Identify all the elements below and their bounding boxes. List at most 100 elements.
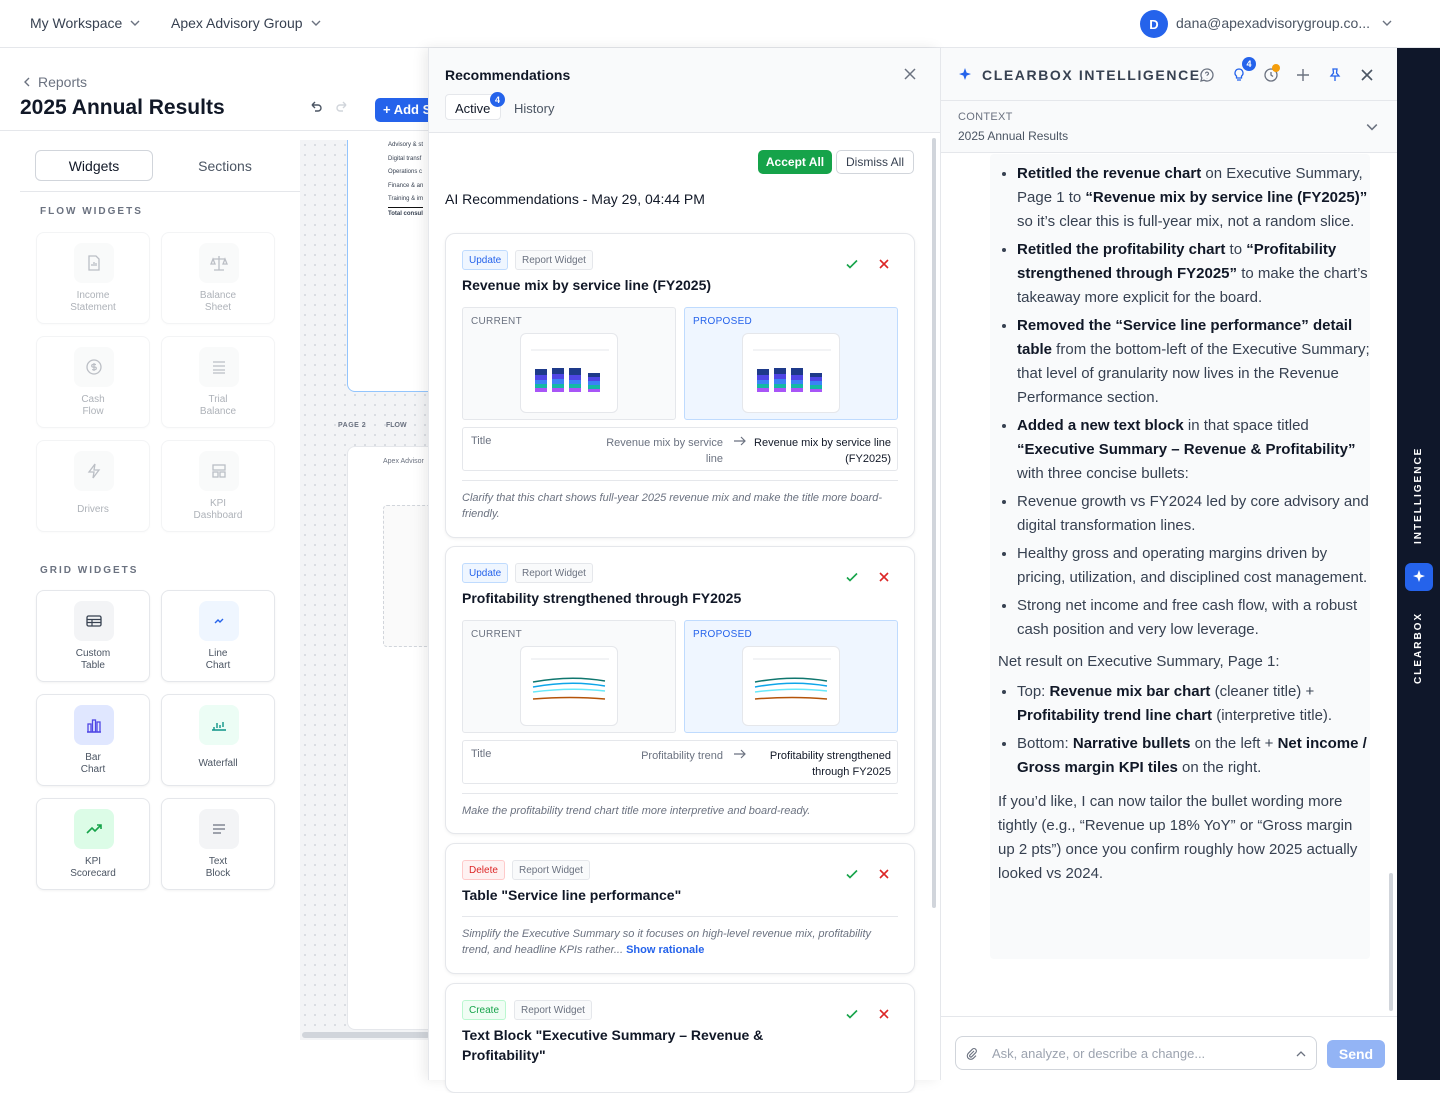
thumb-bar-segment <box>774 379 786 384</box>
message-bullet: Retitled the profitability chart to “Pro… <box>1017 238 1370 310</box>
message-bullet: Strong net income and free cash flow, wi… <box>1017 594 1370 642</box>
report-canvas[interactable]: Advisory & st Digital transf Operations … <box>300 140 430 1040</box>
message-bullet: Bottom: Narrative bullets on the left + … <box>1017 732 1370 780</box>
divider <box>941 1016 1398 1017</box>
thumb-bar-segment <box>569 368 581 375</box>
thumb-line-series <box>532 688 606 693</box>
widget-trial-balance[interactable]: Trial Balance <box>161 336 275 428</box>
ai-title: CLEARBOX INTELLIGENCE <box>982 67 1201 83</box>
dismiss-all-button[interactable]: Dismiss All <box>836 150 914 174</box>
page-2-label: PAGE 2 <box>338 422 367 429</box>
flow-widgets-heading: FLOW WIDGETS <box>40 206 143 217</box>
breadcrumb-reports[interactable]: Reports <box>38 74 87 90</box>
reject-x-icon[interactable] <box>876 256 892 272</box>
close-icon[interactable] <box>1359 67 1375 83</box>
recommendation-title: Table "Service line performance" <box>462 887 682 903</box>
thumb-bar-segment <box>791 388 803 392</box>
thumb-line-series <box>754 677 828 683</box>
user-menu[interactable]: dana@apexadvisorygroup.co... <box>1176 15 1392 31</box>
undo-icon[interactable] <box>307 100 323 116</box>
widget-custom-table[interactable]: Custom Table <box>36 590 150 682</box>
message-bullet: Added a new text block in that space tit… <box>1017 414 1370 486</box>
action-tag: Delete <box>462 860 505 880</box>
redo-icon[interactable] <box>335 100 351 116</box>
message-bullet: Revenue growth vs FY2024 led by core adv… <box>1017 490 1370 538</box>
chat-input[interactable]: Ask, analyze, or describe a change... <box>955 1036 1317 1070</box>
thumb-bar-segment <box>791 384 803 388</box>
widget-label: Custom Table <box>75 648 111 671</box>
avatar[interactable]: D <box>1140 10 1168 38</box>
widget-label: KPI Scorecard <box>70 856 116 879</box>
page-1-preview[interactable]: Advisory & st Digital transf Operations … <box>347 140 430 392</box>
widget-text-block[interactable]: Text Block <box>161 798 275 890</box>
thumb-bar-segment <box>774 384 786 388</box>
paperclip-icon[interactable] <box>966 1048 978 1060</box>
scrollbar[interactable] <box>1389 873 1393 1011</box>
diff-field: Title <box>471 748 492 760</box>
widget-balance-sheet[interactable]: Balance Sheet <box>161 232 275 324</box>
widget-waterfall[interactable]: Waterfall <box>161 694 275 786</box>
widget-cash-flow[interactable]: Cash Flow <box>36 336 150 428</box>
widget-income-statement[interactable]: Income Statement <box>36 232 150 324</box>
thumb-bar-segment <box>757 369 769 375</box>
org-label: Apex Advisory Group <box>171 15 303 31</box>
plus-icon[interactable] <box>1295 67 1311 83</box>
reject-x-icon[interactable] <box>876 569 892 585</box>
workspace-switcher[interactable]: My Workspace <box>30 15 140 31</box>
recommendation-title: Profitability strengthened through FY202… <box>462 590 742 606</box>
pin-icon[interactable] <box>1327 67 1343 83</box>
horizontal-scrollbar[interactable] <box>302 1032 430 1038</box>
rail-toggle-button[interactable] <box>1405 563 1433 591</box>
current-label: CURRENT <box>471 316 522 327</box>
reject-x-icon[interactable] <box>876 1006 892 1022</box>
org-switcher[interactable]: Apex Advisory Group <box>171 15 321 31</box>
tab-history[interactable]: History <box>514 101 554 116</box>
thumb-bar-segment <box>552 368 564 374</box>
thumb-line-series <box>532 677 606 683</box>
widget-bar-chart[interactable]: Bar Chart <box>36 694 150 786</box>
tab-widgets[interactable]: Widgets <box>35 150 153 181</box>
bolt-icon <box>74 451 114 491</box>
bar-chart-icon <box>74 705 114 745</box>
scrollbar[interactable] <box>932 138 936 908</box>
accept-check-icon[interactable] <box>844 256 860 272</box>
message-bullet: Removed the “Service line performance” d… <box>1017 314 1370 410</box>
widget-drivers[interactable]: Drivers <box>36 440 150 532</box>
page-2-preview[interactable]: Apex Advisor <box>347 446 430 1030</box>
action-tag: Update <box>462 250 509 270</box>
ai-assistant-panel: CLEARBOX INTELLIGENCE 4 CONTEXT 2025 Ann… <box>940 48 1398 1080</box>
context-selector[interactable]: CONTEXT 2025 Annual Results <box>941 101 1398 153</box>
close-icon[interactable] <box>904 68 916 80</box>
thumb-bar-segment <box>810 385 822 389</box>
rail-clearbox-label: CLEARBOX <box>1413 611 1424 685</box>
thumb-bar-segment <box>569 375 581 380</box>
accept-all-button[interactable]: Accept All <box>758 150 832 174</box>
dashboard-icon <box>199 451 239 491</box>
bar-chart-thumbnail <box>742 333 840 413</box>
chat-help-icon[interactable] <box>1199 67 1215 83</box>
breadcrumb[interactable]: Reports <box>22 74 87 90</box>
empty-slot[interactable] <box>383 505 430 647</box>
grid-widgets-heading: GRID WIDGETS <box>40 565 139 576</box>
thumb-bar-segment <box>552 374 564 379</box>
add-section-button[interactable]: + Add Se <box>375 98 435 122</box>
active-count-badge: 4 <box>490 92 505 107</box>
show-rationale-link[interactable]: Show rationale <box>626 944 704 956</box>
widget-kpi-scorecard[interactable]: KPI Scorecard <box>36 798 150 890</box>
recommendations-panel: Recommendations Active 4 History Accept … <box>428 48 941 1093</box>
current-preview: CURRENT <box>462 307 676 420</box>
widget-kpi-dashboard[interactable]: KPI Dashboard <box>161 440 275 532</box>
recommendation-title: Revenue mix by service line (FY2025) <box>462 277 712 293</box>
widget-line-chart[interactable]: Line Chart <box>161 590 275 682</box>
accept-check-icon[interactable] <box>844 1006 860 1022</box>
accept-check-icon[interactable] <box>844 569 860 585</box>
reject-x-icon[interactable] <box>876 866 892 882</box>
send-button[interactable]: Send <box>1327 1040 1385 1068</box>
diff-new: Profitability strengthened through FY202… <box>769 750 891 778</box>
tab-sections[interactable]: Sections <box>166 150 284 181</box>
thumb-bar-segment <box>810 389 822 392</box>
current-label: CURRENT <box>471 629 522 640</box>
chevron-up-icon[interactable] <box>1296 1049 1306 1059</box>
accept-check-icon[interactable] <box>844 866 860 882</box>
thumb-bar-segment <box>552 384 564 388</box>
